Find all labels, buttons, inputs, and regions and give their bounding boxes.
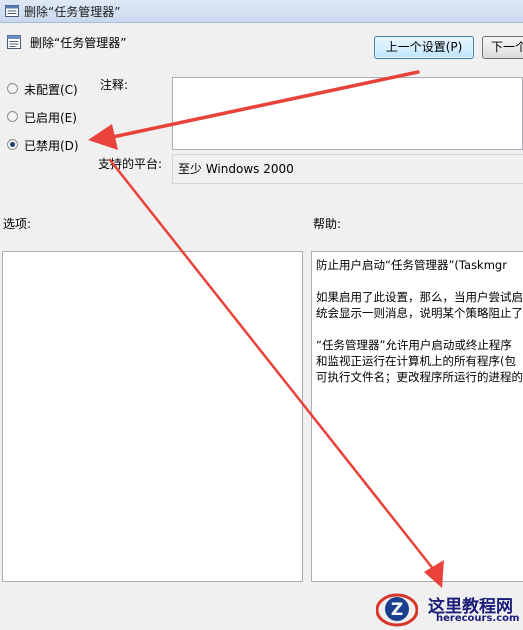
- radio-label: 未配置(C): [24, 83, 78, 97]
- radio-not-configured[interactable]: 未配置(C): [7, 80, 92, 98]
- options-label: 选项:: [3, 217, 32, 231]
- radio-circle[interactable]: [7, 83, 18, 94]
- dialog-header: 删除“任务管理器”: [0, 32, 370, 54]
- watermark-url: herecours.com: [436, 613, 520, 624]
- radio-label: 已启用(E): [24, 111, 77, 125]
- help-paragraph: 如果启用了此设置，那么，当用户尝试启 统会显示一则消息，说明某个策略阻止了: [316, 290, 523, 320]
- radio-label: 已禁用(D): [24, 139, 79, 153]
- logo-badge-icon: Z: [376, 593, 418, 627]
- comment-label: 注释:: [100, 78, 129, 92]
- next-setting-button[interactable]: 下一个: [482, 36, 523, 59]
- help-paragraph: “任务管理器”允许用户启动或终止程序 和监视正运行在计算机上的所有程序(包 可执…: [316, 338, 523, 384]
- help-label: 帮助:: [313, 217, 342, 231]
- setting-icon: [7, 35, 21, 49]
- watermark-logo: Z 这里教程网 herecours.com: [376, 588, 523, 630]
- radio-circle[interactable]: [7, 111, 18, 122]
- comment-textarea[interactable]: [172, 77, 523, 150]
- radio-circle-selected[interactable]: [7, 139, 18, 150]
- policy-settings-icon: [5, 5, 19, 17]
- help-paragraph: 防止用户启动“任务管理器”(Taskmgr: [316, 258, 507, 272]
- platform-value: 至少 Windows 2000: [172, 154, 523, 184]
- title-bar: 删除“任务管理器”: [0, 0, 523, 23]
- platform-label: 支持的平台:: [98, 157, 163, 171]
- radio-disabled[interactable]: 已禁用(D): [7, 136, 92, 154]
- previous-setting-button[interactable]: 上一个设置(P): [374, 36, 474, 59]
- setting-title: 删除“任务管理器”: [30, 36, 127, 50]
- window-title: 删除“任务管理器”: [24, 5, 121, 19]
- options-pane[interactable]: [2, 251, 303, 582]
- radio-enabled[interactable]: 已启用(E): [7, 108, 92, 126]
- logo-badge-letter: Z: [391, 600, 403, 620]
- help-pane[interactable]: 防止用户启动“任务管理器”(Taskmgr 如果启用了此设置，那么，当用户尝试启…: [311, 251, 523, 582]
